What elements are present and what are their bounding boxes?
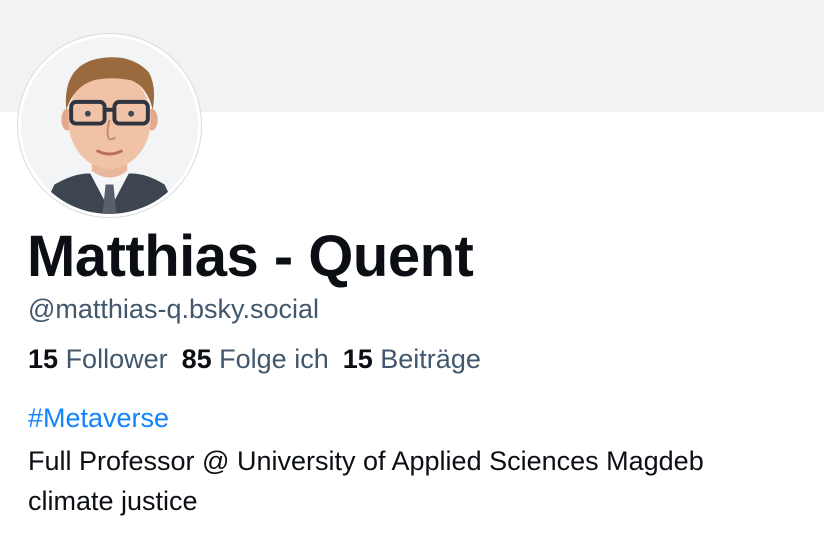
followers-stat[interactable]: 15 Follower (28, 344, 168, 374)
posts-label: Beiträge (380, 344, 481, 374)
profile-stats: 15 Follower 85 Folge ich 15 Beiträge (28, 342, 495, 376)
display-name: Matthias - Quent (27, 224, 474, 289)
following-stat[interactable]: 85 Folge ich (182, 344, 329, 374)
profile-bio: Full Professor @ University of Applied S… (28, 441, 824, 521)
bio-line: Full Professor @ University of Applied S… (28, 446, 704, 476)
following-count: 85 (181, 344, 212, 374)
following-label: Folge ich (219, 344, 329, 374)
posts-stat: 15 Beiträge (343, 344, 481, 374)
posts-count: 15 (342, 344, 373, 374)
bio-line: climate justice (28, 486, 198, 516)
profile-page: Matthias - Quent @matthias-q.bsky.social… (0, 0, 824, 550)
avatar[interactable] (18, 34, 201, 217)
profile-handle: @matthias-q.bsky.social (28, 294, 320, 324)
followers-count: 15 (28, 344, 59, 374)
avatar-photo-icon (21, 37, 198, 214)
followers-label: Follower (65, 344, 168, 374)
bio-hashtag-link[interactable]: #Metaverse (28, 401, 169, 435)
